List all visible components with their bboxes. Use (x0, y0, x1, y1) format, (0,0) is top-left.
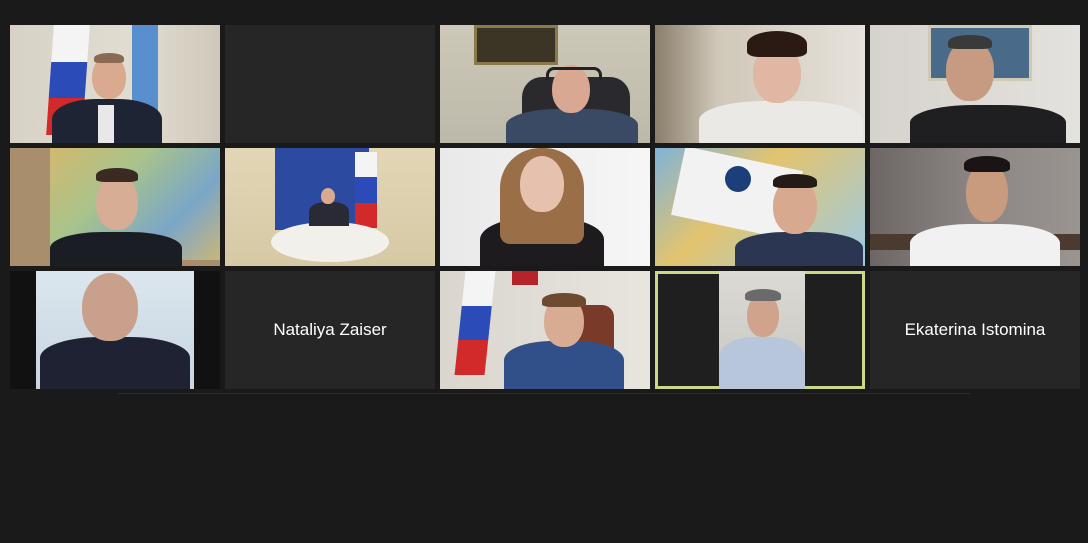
participant-head (96, 174, 138, 230)
participant-hair (96, 168, 138, 182)
participant-head (321, 188, 335, 204)
participant-body (719, 337, 805, 389)
participant-body (506, 109, 638, 143)
video-tile-11[interactable] (10, 271, 220, 389)
participant-head (82, 273, 138, 341)
globe-logo-icon (725, 166, 751, 192)
video-tile-3[interactable] (440, 25, 650, 143)
video-tile-14[interactable] (655, 271, 865, 389)
participant-body (910, 105, 1066, 143)
divider (118, 393, 970, 394)
participant-body (504, 341, 624, 389)
participant-hair (747, 31, 807, 57)
participant-name: Nataliya Zaiser (273, 320, 387, 339)
video-tile-13[interactable] (440, 271, 650, 389)
participant-body (50, 232, 182, 266)
video-tile-5[interactable] (870, 25, 1080, 143)
participant-body (735, 232, 863, 266)
headset-icon (546, 67, 602, 80)
video-tile-8[interactable] (440, 148, 650, 266)
portrait-painting (474, 25, 558, 65)
participant-body (309, 202, 349, 226)
participant-hair (94, 53, 124, 63)
participant-hair (773, 174, 817, 188)
russian-flag-icon (355, 152, 377, 228)
video-tile-12[interactable]: Nataliya Zaiser (225, 271, 435, 389)
video-tile-4[interactable] (655, 25, 865, 143)
conference-table (271, 222, 389, 262)
participant-body (699, 101, 863, 143)
participant-body (40, 337, 190, 389)
shirt (98, 105, 114, 143)
video-grid: Nataliya Zaiser Ekaterina Istomina (10, 25, 1080, 389)
coat-of-arms-icon (512, 271, 538, 285)
participant-name: Ekaterina Istomina (904, 320, 1046, 339)
video-tile-9[interactable] (655, 148, 865, 266)
video-tile-10[interactable] (870, 148, 1080, 266)
video-tile-1[interactable] (10, 25, 220, 143)
video-tile-2[interactable] (225, 25, 435, 143)
video-tile-7[interactable] (225, 148, 435, 266)
participant-hair (964, 156, 1010, 172)
video-tile-15[interactable]: Ekaterina Istomina (870, 271, 1080, 389)
participant-hair (745, 289, 781, 301)
participant-hair (948, 35, 992, 49)
participant-head (520, 156, 564, 212)
video-tile-6[interactable] (10, 148, 220, 266)
participant-body (910, 224, 1060, 266)
participant-hair (542, 293, 586, 307)
